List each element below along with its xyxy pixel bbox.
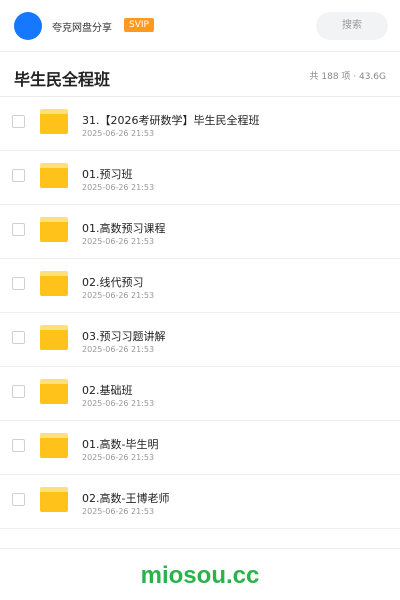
select-checkbox[interactable] [12,493,25,506]
file-date: 2025-06-26 21:53 [82,453,155,462]
list-item[interactable]: 02.线代预习 2025-06-26 21:53 [0,259,400,313]
list-item[interactable]: 02.高数-王博老师 2025-06-26 21:53 [0,475,400,529]
folder-icon [40,379,68,404]
folder-icon [40,109,68,134]
file-date: 2025-06-26 21:53 [82,129,155,138]
select-checkbox[interactable] [12,115,25,128]
file-name[interactable]: 01.高数预习课程 [82,220,166,236]
site-watermark: miosou.cc [140,562,260,589]
list-item[interactable]: 02.基础班 2025-06-26 21:53 [0,367,400,421]
folder-icon [40,271,68,296]
file-name[interactable]: 01.预习班 [82,166,133,182]
select-checkbox[interactable] [12,223,25,236]
file-name[interactable]: 02.线代预习 [82,274,144,290]
folder-icon [40,433,68,458]
avatar[interactable] [14,12,42,40]
folder-icon [40,487,68,512]
list-item[interactable]: 01.高数-毕生明 2025-06-26 21:53 [0,421,400,475]
folder-icon [40,217,68,242]
folder-icon [40,325,68,350]
list-item[interactable]: 01.高数预习课程 2025-06-26 21:53 [0,205,400,259]
page-title: 毕生民全程班 [14,70,111,89]
select-checkbox[interactable] [12,169,25,182]
file-date: 2025-06-26 21:53 [82,183,155,192]
file-name[interactable]: 02.基础班 [82,382,133,398]
file-date: 2025-06-26 21:53 [82,399,155,408]
top-bar: 夸克网盘分享 SVIP 搜索 [0,0,400,52]
folder-summary: 共 188 项 · 43.6G [309,72,387,82]
user-name[interactable]: 夸克网盘分享 [52,19,112,34]
select-checkbox[interactable] [12,385,25,398]
divider [0,548,400,549]
file-name[interactable]: 01.高数-毕生明 [82,436,158,452]
file-name[interactable]: 02.高数-王博老师 [82,490,169,506]
file-name[interactable]: 31.【2026考研数学】毕生民全程班 [82,112,260,128]
list-item[interactable]: 03.预习习题讲解 2025-06-26 21:53 [0,313,400,367]
select-checkbox[interactable] [12,439,25,452]
file-list: 31.【2026考研数学】毕生民全程班 2025-06-26 21:53 01.… [0,97,400,529]
vip-badge: SVIP [124,18,154,32]
search-input[interactable]: 搜索 [316,12,388,40]
list-item[interactable]: 31.【2026考研数学】毕生民全程班 2025-06-26 21:53 [0,97,400,151]
file-name[interactable]: 03.预习习题讲解 [82,328,166,344]
file-date: 2025-06-26 21:53 [82,237,155,246]
select-checkbox[interactable] [12,277,25,290]
page-header: 毕生民全程班 共 188 项 · 43.6G [0,52,400,97]
file-date: 2025-06-26 21:53 [82,507,155,516]
file-date: 2025-06-26 21:53 [82,291,155,300]
select-checkbox[interactable] [12,331,25,344]
folder-icon [40,163,68,188]
file-date: 2025-06-26 21:53 [82,345,155,354]
list-item[interactable]: 01.预习班 2025-06-26 21:53 [0,151,400,205]
